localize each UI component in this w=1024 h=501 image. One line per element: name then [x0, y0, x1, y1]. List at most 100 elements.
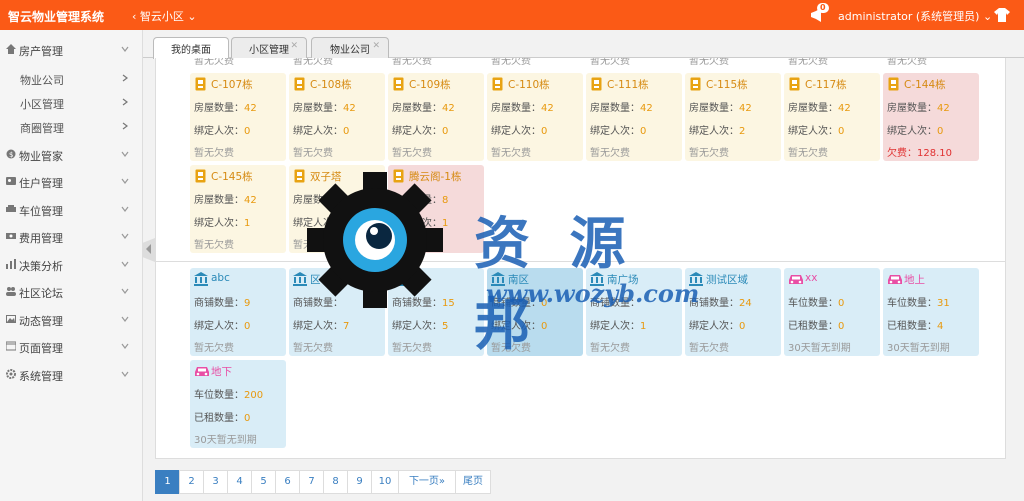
page-button[interactable]: 9: [347, 470, 372, 494]
bld-card[interactable]: 双子塔 房屋数量： 绑定人次：0 暂无欠费: [289, 165, 385, 253]
community-selector[interactable]: ‹ 智云小区 ⌄: [132, 8, 197, 24]
card-status: 暂无欠费: [491, 148, 531, 159]
card-title[interactable]: C-110栋: [508, 77, 550, 92]
card-title[interactable]: 腾云阁-1栋: [409, 169, 461, 184]
card-title[interactable]: xx: [805, 272, 817, 284]
card-bind-row: 绑定人次：7: [293, 317, 349, 332]
shop-card[interactable]: 南广场 商铺数量： 绑定人次：1 暂无欠费: [586, 268, 682, 356]
bld-card[interactable]: 腾云阁-1栋 房屋数量：8 绑定人次：1: [388, 165, 484, 253]
card-status: 暂无欠费: [788, 148, 828, 159]
park-card[interactable]: 地上 车位数量：31 已租数量：4 30天暂无到期: [883, 268, 979, 356]
sidebar-item[interactable]: 住户管理: [0, 168, 143, 195]
bind-label: 绑定人次：: [491, 126, 541, 137]
card-title[interactable]: C-109栋: [409, 77, 451, 92]
bind-value: 0: [541, 126, 548, 137]
card-title[interactable]: C-144栋: [904, 77, 946, 92]
count-value: 0: [838, 298, 845, 309]
sidebar-item[interactable]: 房产管理: [0, 36, 143, 63]
sidebar-item[interactable]: 费用管理: [0, 223, 143, 250]
page-button[interactable]: 7: [299, 470, 324, 494]
bld-card[interactable]: C-144栋 房屋数量：42 绑定人次：0 欠费：128.10: [883, 73, 979, 161]
sidebar-item[interactable]: 商圈管理: [0, 113, 143, 140]
sidebar-item-label: 社区论坛: [19, 287, 63, 300]
page-button[interactable]: 4: [227, 470, 252, 494]
card-bind-row: 绑定人次：0: [590, 122, 646, 137]
shop-card[interactable]: abc 商铺数量：9 绑定人次：0 暂无欠费: [190, 268, 286, 356]
shop-card[interactable]: 区商铺数量： 绑定人次：7 暂无欠费: [289, 268, 385, 356]
card-title[interactable]: 地下: [211, 364, 232, 379]
sidebar-item-label: 决策分析: [19, 260, 63, 273]
card-count-row: 房屋数量：8: [392, 191, 448, 206]
card-title[interactable]: C-111栋: [607, 77, 649, 92]
shop-card[interactable]: 测试区域 商铺数量：24 绑定人次：0 暂无欠费: [685, 268, 781, 356]
card-title[interactable]: 双子塔: [310, 169, 342, 184]
chevron-down-icon: [121, 230, 129, 239]
bld-card[interactable]: C-115栋 房屋数量：42 绑定人次：2 暂无欠费: [685, 73, 781, 161]
sidebar-item[interactable]: 动态管理: [0, 306, 143, 333]
card-title[interactable]: C-145栋: [211, 169, 253, 184]
sidebar-collapse-toggle[interactable]: [143, 238, 155, 262]
bind-label: 已租数量：: [194, 413, 244, 424]
page-button[interactable]: 3: [203, 470, 228, 494]
next-page-button[interactable]: 下一页»: [398, 470, 456, 494]
sidebar-item[interactable]: 小区管理: [0, 89, 143, 116]
sidebar-item[interactable]: 页面管理: [0, 333, 143, 360]
bld-card[interactable]: C-108栋 房屋数量：42 绑定人次：0 暂无欠费: [289, 73, 385, 161]
close-icon[interactable]: ✕: [372, 41, 380, 51]
card-title[interactable]: C-117栋: [805, 77, 847, 92]
tab-community-manage[interactable]: 小区管理 ✕: [231, 37, 307, 58]
bind-value: 1: [442, 218, 449, 229]
last-page-button[interactable]: 尾页: [455, 470, 491, 494]
card-title[interactable]: 南区: [508, 272, 529, 287]
card-title[interactable]: 南广场: [607, 272, 639, 287]
card-status: 暂无欠费: [392, 343, 432, 354]
bld-card[interactable]: C-107栋 房屋数量：42 绑定人次：0 暂无欠费: [190, 73, 286, 161]
page-button[interactable]: 2: [179, 470, 204, 494]
card-title[interactable]: abc: [211, 272, 230, 284]
close-icon[interactable]: ✕: [290, 41, 298, 51]
count-label: 房屋数量：: [194, 195, 244, 206]
shop-card[interactable]: 南区 商铺数量：0 绑定人次：0 暂无欠费: [487, 268, 583, 356]
bind-label: 绑定人次：: [194, 218, 244, 229]
card-title[interactable]: C-108栋: [310, 77, 352, 92]
page-button[interactable]: 6: [275, 470, 300, 494]
theme-shirt-icon[interactable]: [994, 8, 1010, 22]
card-status: 暂无欠费: [293, 343, 333, 354]
card-title[interactable]: 场: [409, 272, 420, 287]
park-card[interactable]: 地下 车位数量：200 已租数量：0 30天暂无到期: [190, 360, 286, 448]
tab-property-company[interactable]: 物业公司 ✕: [311, 37, 389, 58]
bld-card[interactable]: C-145栋 房屋数量：42 绑定人次：1 暂无欠费: [190, 165, 286, 253]
page-button[interactable]: 10: [371, 470, 399, 494]
user-menu[interactable]: administrator (系统管理员) ⌄: [838, 8, 992, 24]
card-title[interactable]: C-115栋: [706, 77, 748, 92]
page-button[interactable]: 8: [323, 470, 348, 494]
sidebar-item[interactable]: 决策分析: [0, 251, 143, 278]
card-count-row: 商铺数量：0: [491, 294, 547, 309]
bld-card[interactable]: C-117栋 房屋数量：42 绑定人次：0 暂无欠费: [784, 73, 880, 161]
count-value: 24: [739, 298, 752, 309]
shop-card[interactable]: 场商铺数量：15 绑定人次：5 暂无欠费: [388, 268, 484, 356]
card-title[interactable]: 地上: [904, 272, 925, 287]
sidebar-item[interactable]: 物业公司: [0, 65, 143, 92]
page-button[interactable]: 5: [251, 470, 276, 494]
bld-card[interactable]: C-110栋 房屋数量：42 绑定人次：0 暂无欠费: [487, 73, 583, 161]
card-count-row: 房屋数量：42: [887, 99, 950, 114]
car-icon: [887, 272, 902, 286]
tab-my-desktop[interactable]: 我的桌面: [153, 37, 229, 59]
card-title[interactable]: 区: [310, 272, 321, 287]
chevron-right-icon: [121, 120, 129, 130]
card-title[interactable]: C-107栋: [211, 77, 253, 92]
sidebar-item[interactable]: 车位管理: [0, 196, 143, 223]
park-card[interactable]: xx 车位数量：0 已租数量：0 30天暂无到期: [784, 268, 880, 356]
card-status: 暂无欠费: [194, 148, 234, 159]
bld-card[interactable]: C-111栋 房屋数量：42 绑定人次：0 暂无欠费: [586, 73, 682, 161]
sidebar-item[interactable]: 系统管理: [0, 361, 143, 388]
bld-card[interactable]: C-109栋 房屋数量：42 绑定人次：0 暂无欠费: [388, 73, 484, 161]
page-button[interactable]: 1: [155, 470, 180, 494]
card-status-partial: 暂无欠费: [491, 58, 531, 67]
sidebar-item[interactable]: 社区论坛: [0, 278, 143, 305]
sidebar-item[interactable]: $ 物业管家: [0, 141, 143, 168]
card-title[interactable]: 测试区域: [706, 272, 748, 287]
card-bind-row: 绑定人次：0: [392, 122, 448, 137]
building-icon: [491, 77, 504, 91]
